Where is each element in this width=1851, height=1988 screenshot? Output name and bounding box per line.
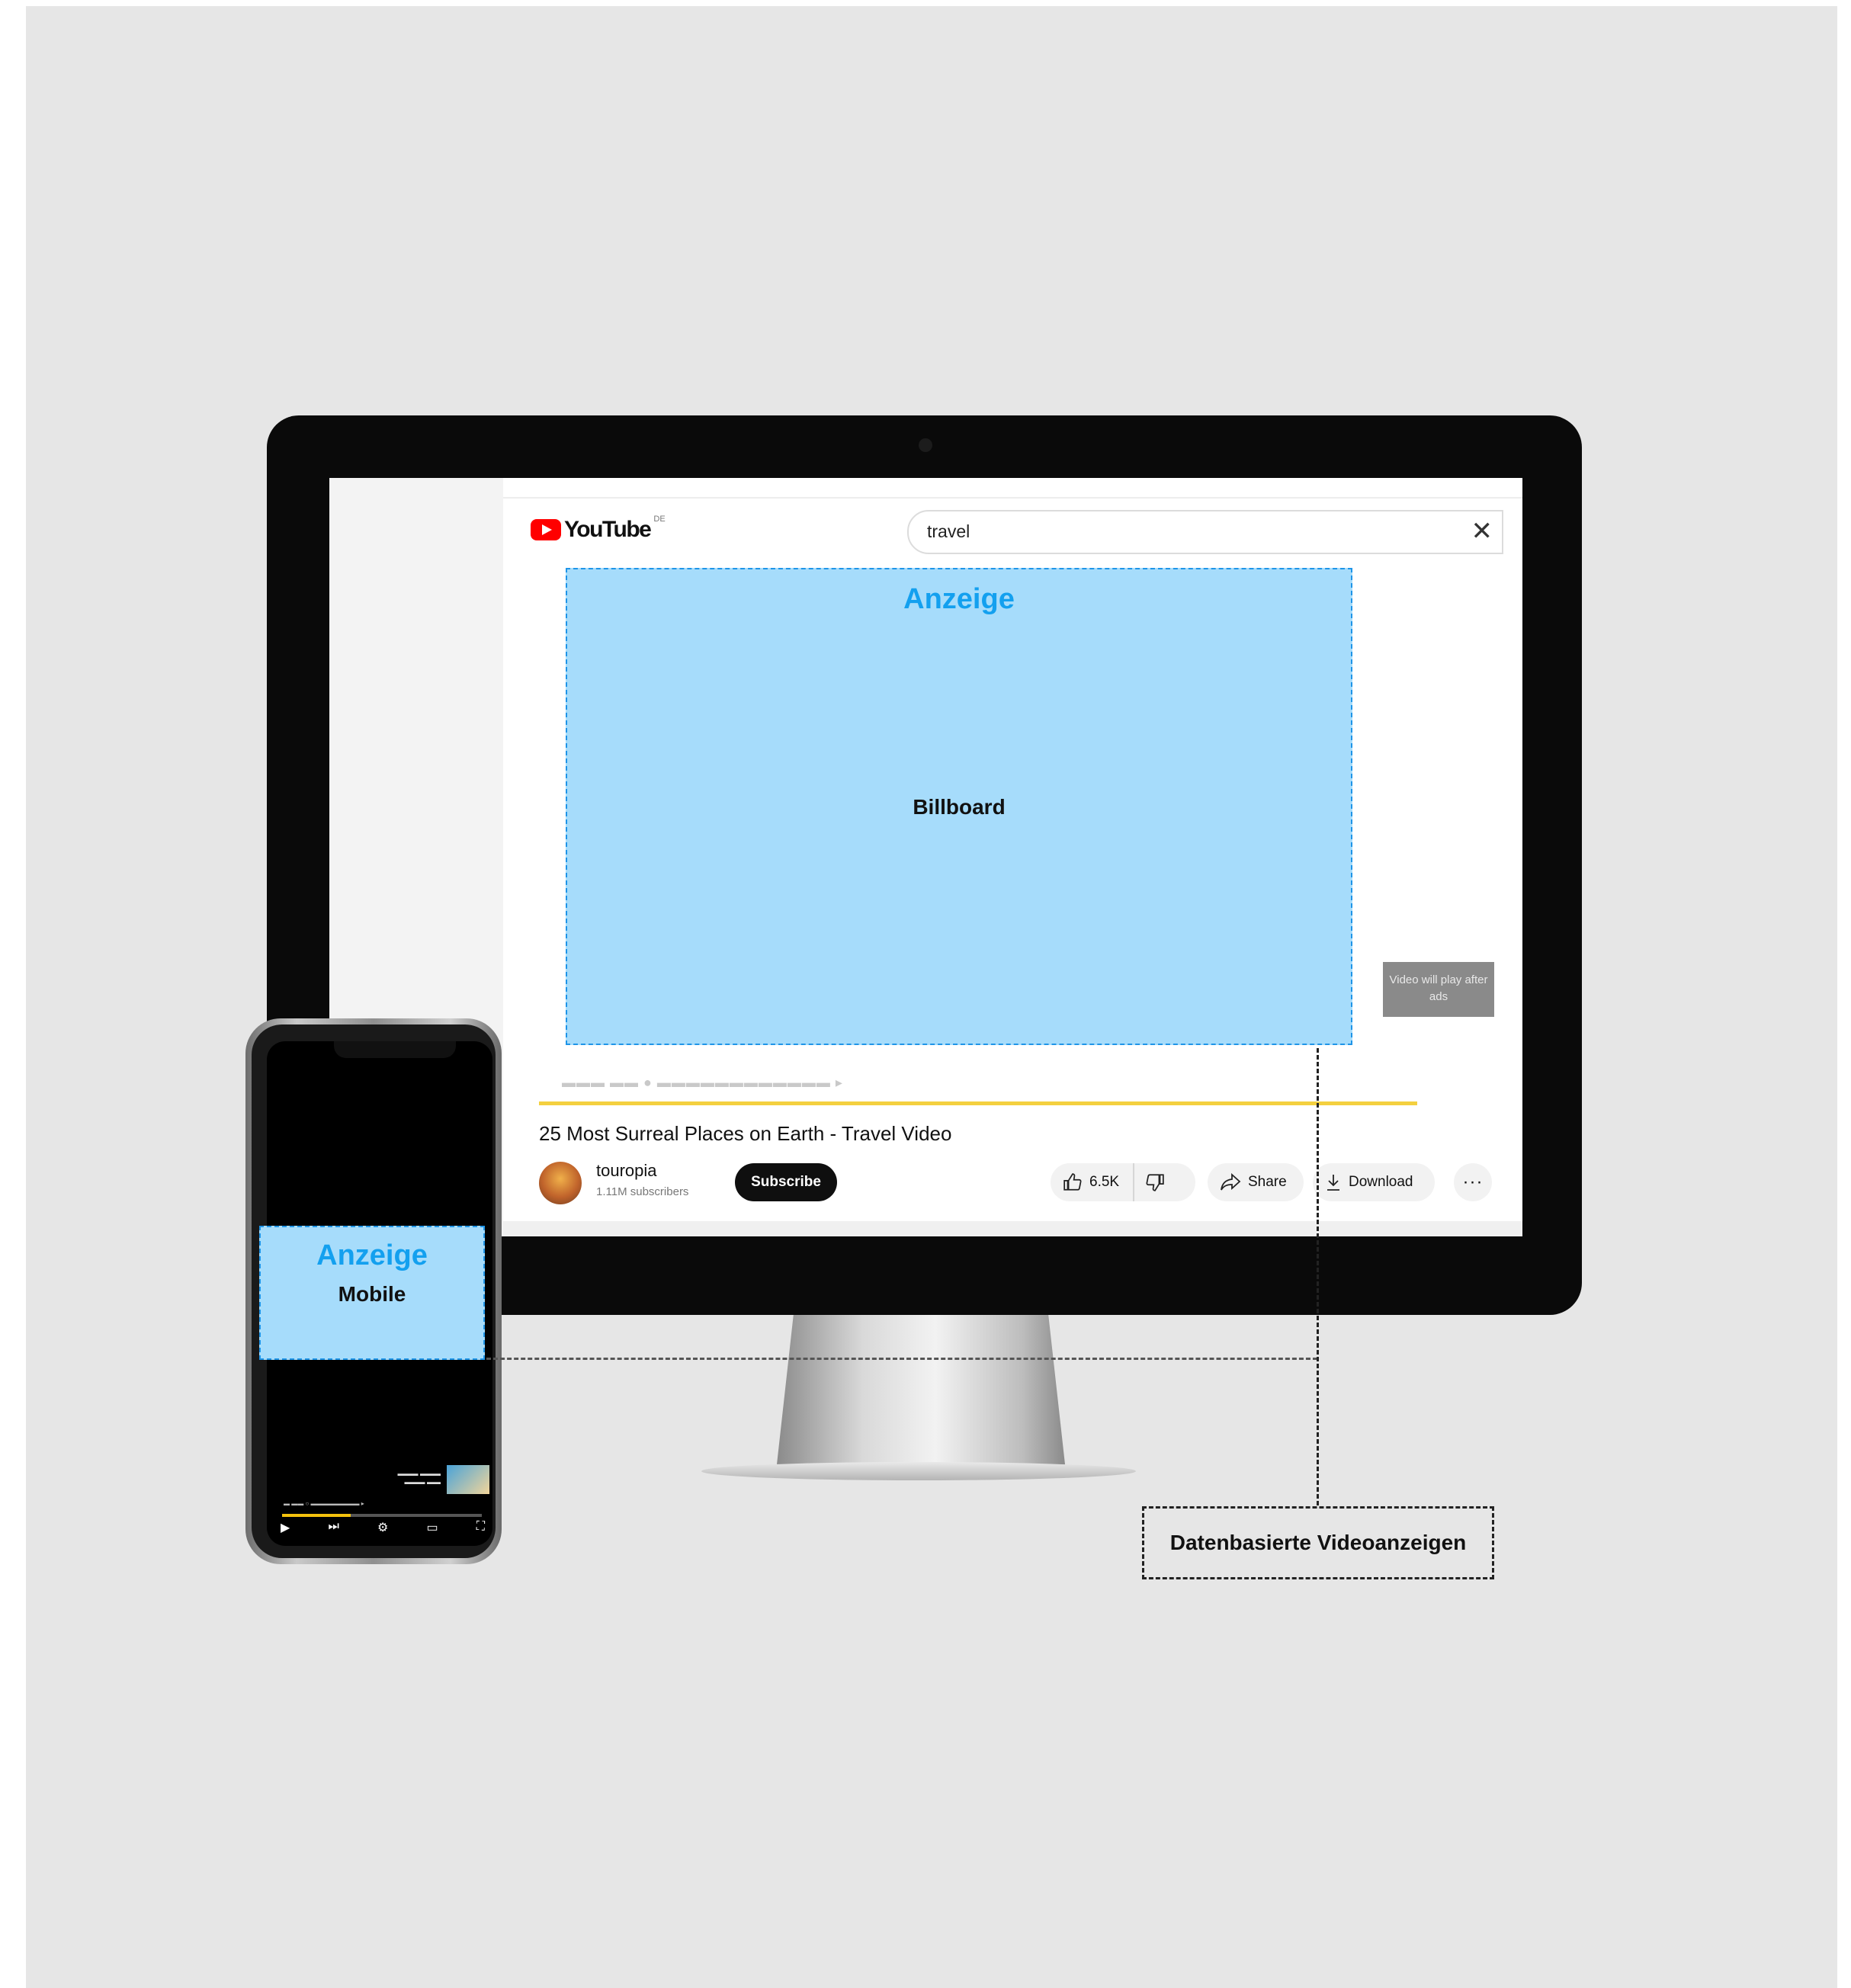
phone-progress-fill — [282, 1514, 351, 1517]
cast-icon[interactable]: ▭ — [426, 1520, 438, 1535]
monitor-screen: YouTube DE travel ✕ Anzeige Billboard Vi… — [329, 478, 1522, 1236]
connector-vertical-line — [1317, 1048, 1319, 1505]
more-icon[interactable]: ··· — [1454, 1163, 1492, 1201]
phone-video-thumbnail[interactable] — [447, 1465, 489, 1494]
ad-label: Anzeige — [903, 583, 1015, 615]
search-query: travel — [927, 521, 970, 541]
share-button[interactable]: Share — [1208, 1163, 1304, 1201]
callout-label: Datenbasierte Videoanzeigen — [1142, 1506, 1494, 1579]
billboard-ad-placeholder: Anzeige Billboard — [566, 568, 1352, 1045]
phone-notch — [334, 1041, 456, 1058]
video-progress-bar[interactable] — [539, 1101, 1417, 1105]
play-icon[interactable]: ▶ — [281, 1520, 290, 1535]
subscribe-button[interactable]: Subscribe — [735, 1163, 837, 1201]
monitor-stand-neck — [776, 1315, 1066, 1471]
screen-bottom-strip — [503, 1221, 1522, 1236]
phone-player-controls: ▶ ⏭ ⚙ ▭ ⛶ — [281, 1520, 485, 1535]
fullscreen-icon[interactable]: ⛶ — [476, 1520, 485, 1535]
search-input[interactable]: travel ✕ — [907, 510, 1503, 554]
close-icon[interactable]: ✕ — [1471, 516, 1493, 547]
monitor-stand-base — [701, 1462, 1136, 1480]
download-button[interactable]: Download — [1313, 1163, 1435, 1201]
like-dislike-group: 6.5K — [1051, 1163, 1195, 1201]
youtube-logo-text: YouTube — [564, 517, 652, 542]
ad-notice: Video will play after ads — [1383, 962, 1494, 1017]
monitor-camera — [919, 438, 932, 452]
phone-ad-info: ▬ ▬▬ ○ ▬▬▬▬▬▬▬▬ ▸ — [284, 1500, 364, 1507]
next-icon[interactable]: ⏭ — [328, 1520, 338, 1535]
youtube-header: YouTube DE travel ✕ — [503, 497, 1522, 560]
youtube-region: DE — [653, 515, 666, 524]
share-label: Share — [1248, 1174, 1287, 1190]
thumbs-up-icon — [1063, 1172, 1083, 1192]
dislike-button[interactable] — [1134, 1163, 1172, 1201]
like-button[interactable]: 6.5K — [1051, 1163, 1135, 1201]
download-icon — [1325, 1173, 1342, 1191]
ad-format-label: Billboard — [913, 795, 1006, 819]
share-icon — [1220, 1173, 1241, 1191]
youtube-logo[interactable]: YouTube DE — [531, 515, 666, 543]
connector-horizontal-line — [486, 1358, 1317, 1360]
channel-name[interactable]: touropia — [596, 1161, 657, 1181]
channel-avatar[interactable] — [539, 1162, 582, 1204]
phone-skip-hint: ▬▬▬ ▬▬▬ ▬▬▬ ▬▬ — [397, 1470, 441, 1486]
youtube-logo-icon — [531, 519, 561, 540]
mobile-ad-label: Anzeige — [316, 1239, 428, 1271]
blurred-ad-url: ▬▬▬ ▬▬ ● ▬▬▬▬▬▬▬▬▬▬▬▬ ▸ — [562, 1075, 843, 1090]
thumbs-down-icon — [1145, 1172, 1165, 1192]
video-title: 25 Most Surreal Places on Earth - Travel… — [539, 1122, 952, 1145]
mobile-ad-format: Mobile — [338, 1282, 406, 1306]
like-count: 6.5K — [1089, 1174, 1120, 1190]
mobile-ad-placeholder: Anzeige Mobile — [259, 1226, 485, 1360]
settings-icon[interactable]: ⚙ — [377, 1520, 388, 1535]
download-label: Download — [1349, 1174, 1413, 1190]
subscriber-count: 1.11M subscribers — [596, 1185, 689, 1198]
